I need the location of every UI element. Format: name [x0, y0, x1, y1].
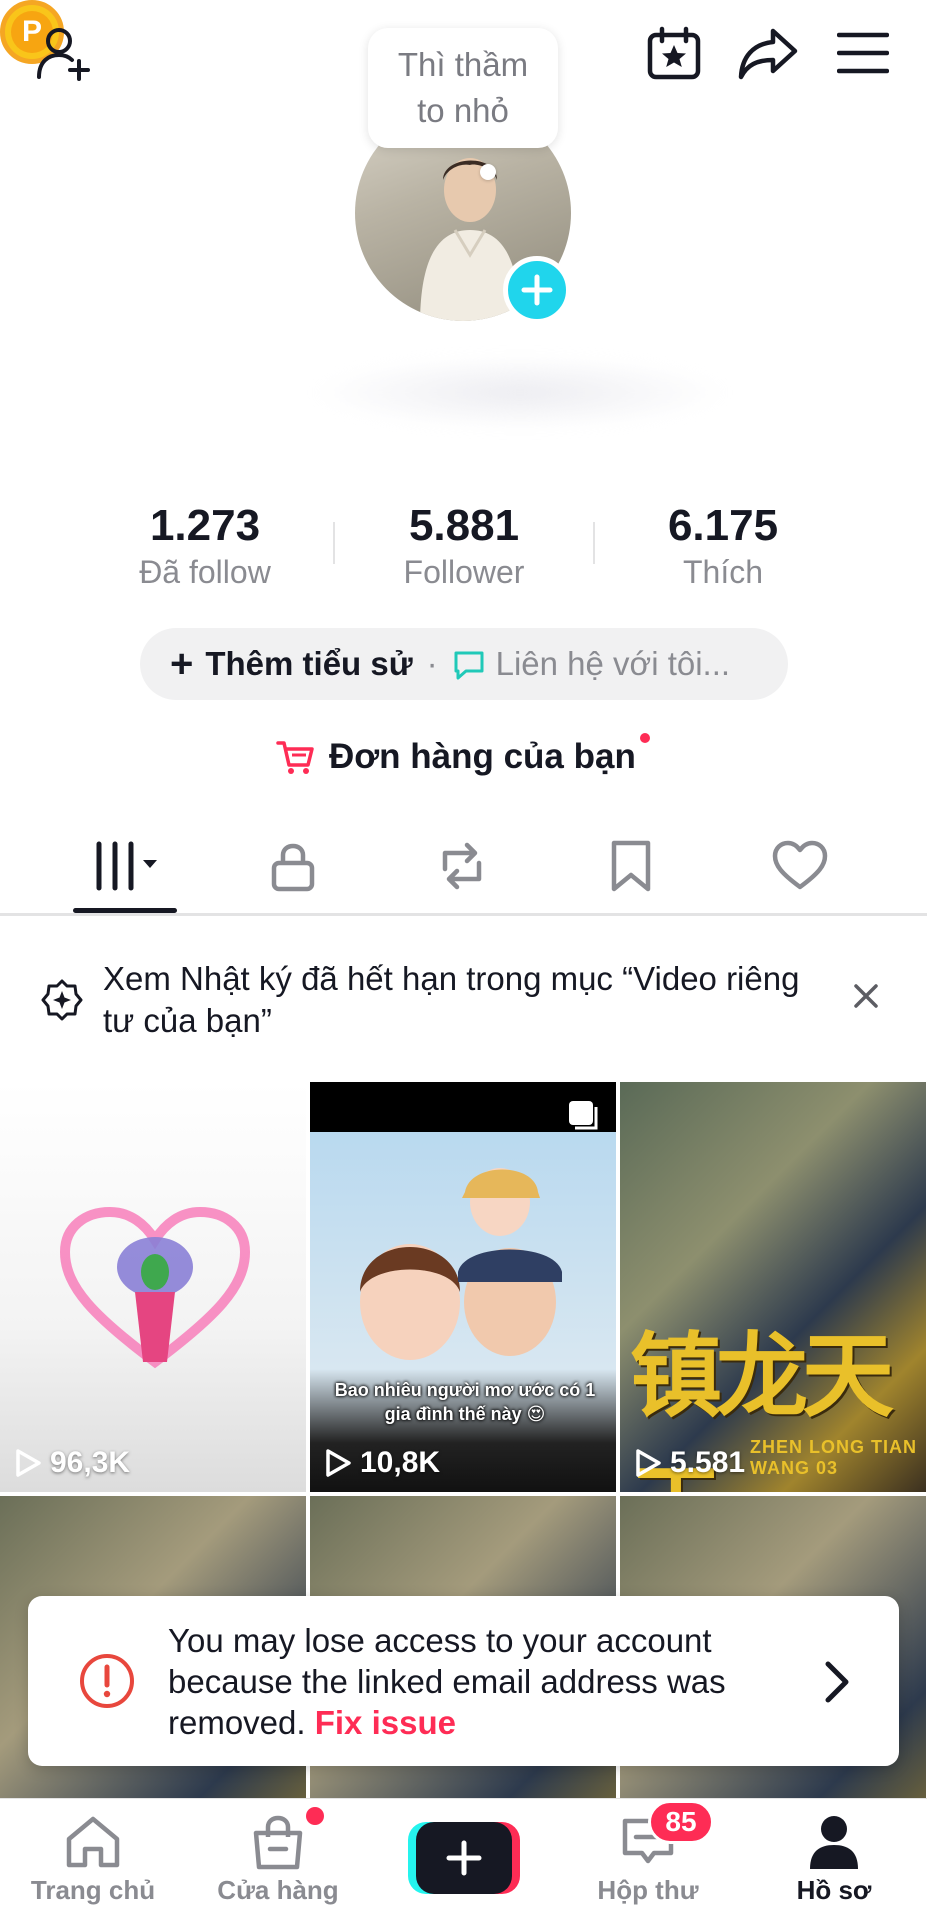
view-count: 10,8K — [324, 1446, 440, 1480]
bookmark-icon — [611, 840, 651, 892]
username-blurred — [310, 355, 730, 430]
view-count-label: 10,8K — [360, 1446, 441, 1479]
banner-text: Xem Nhật ký đã hết hạn trong mục “Video … — [103, 960, 800, 1039]
inbox-badge: 85 — [648, 1800, 714, 1844]
play-icon — [326, 1449, 351, 1477]
orders-label: Đơn hàng của bạn — [329, 737, 636, 776]
stat-following-label: Đã follow — [139, 554, 271, 590]
shopping-bag-icon — [253, 1815, 303, 1870]
tab-liked[interactable] — [760, 834, 840, 898]
stat-divider — [593, 522, 595, 564]
cart-icon — [276, 741, 314, 774]
profile-tabs — [0, 820, 927, 916]
video-caption: Bao nhiêu người mơ ước có 1 gia đình thế… — [334, 1380, 596, 1424]
nav-shop[interactable]: Cửa hàng — [193, 1813, 363, 1906]
close-icon[interactable] — [848, 978, 884, 1014]
nav-home[interactable]: Trang chủ — [8, 1813, 178, 1906]
stat-followers-label: Follower — [403, 554, 525, 590]
stat-following-count: 1.273 — [149, 501, 261, 550]
chevron-right-icon[interactable] — [814, 1658, 858, 1706]
grid-dropdown-icon — [96, 841, 157, 891]
calendar-star-icon[interactable] — [640, 20, 708, 88]
separator-dot: · — [426, 645, 438, 682]
email-warning-toast[interactable]: You may lose access to your account beca… — [28, 1596, 899, 1766]
chat-bubble-icon — [454, 651, 484, 680]
lock-icon — [271, 843, 315, 892]
add-avatar-button[interactable] — [503, 256, 571, 324]
stat-following[interactable]: 1.273 Đã follow — [105, 500, 305, 592]
orders-link[interactable]: Đơn hàng của bạn — [275, 732, 636, 782]
heart-bouquet-image — [59, 1206, 251, 1369]
tab-private[interactable] — [253, 834, 333, 898]
play-icon — [16, 1449, 41, 1477]
stats-row: 1.273 Đã follow 5.881 Follower 6.175 Thí… — [0, 500, 927, 590]
bio-actions[interactable]: + Thêm tiểu sử · Liên hệ với tôi... — [140, 628, 788, 700]
tab-videos[interactable] — [85, 834, 165, 898]
nav-profile[interactable]: Hồ sơ — [749, 1813, 919, 1906]
drama-subtitle: ZHEN LONG TIAN WANG 03 — [750, 1437, 917, 1478]
view-count: 5.581 — [634, 1446, 745, 1480]
plus-icon — [446, 1840, 482, 1876]
bubble-tail — [480, 164, 496, 180]
sparkle-badge-icon — [41, 979, 83, 1021]
repost-icon — [442, 842, 482, 890]
nav-shop-label: Cửa hàng — [217, 1875, 339, 1905]
add-friend-icon[interactable] — [30, 18, 100, 88]
plus-icon: + — [170, 642, 194, 686]
video-thumbnail[interactable]: 96,3K — [0, 1082, 306, 1492]
create-button[interactable] — [408, 1822, 520, 1894]
tab-reposts[interactable] — [422, 834, 502, 898]
stat-likes[interactable]: 6.175 Thích — [623, 500, 823, 592]
contact-button[interactable]: Liên hệ với tôi... — [496, 645, 730, 683]
add-bio-button[interactable]: Thêm tiểu sử — [205, 645, 412, 683]
stat-followers-count: 5.881 — [408, 501, 520, 550]
video-thumbnail[interactable]: 镇龙天王 ZHEN LONG TIAN WANG 03 5.581 — [620, 1082, 926, 1492]
tab-saved[interactable] — [591, 834, 671, 898]
heart-icon — [772, 840, 828, 890]
view-count-label: 5.581 — [670, 1446, 746, 1479]
stat-followers[interactable]: 5.881 Follower — [364, 500, 564, 592]
active-tab-indicator — [73, 908, 177, 913]
fix-issue-link[interactable]: Fix issue — [315, 1704, 456, 1741]
stat-likes-label: Thích — [682, 554, 764, 590]
alert-icon — [80, 1654, 134, 1708]
stat-divider — [333, 522, 335, 564]
family-illustration — [360, 1168, 562, 1360]
shop-notification-dot — [306, 1807, 324, 1825]
view-count-label: 96,3K — [50, 1446, 131, 1479]
home-icon — [66, 1816, 120, 1868]
status-bubble[interactable]: Thì thầm to nhỏ — [368, 28, 558, 148]
warning-message: You may lose access to your account beca… — [168, 1620, 808, 1743]
stat-likes-count: 6.175 — [667, 501, 779, 550]
nav-inbox-label: Hộp thư — [597, 1875, 699, 1905]
expired-stories-banner[interactable]: Xem Nhật ký đã hết hạn trong mục “Video … — [0, 940, 927, 1060]
view-count: 96,3K — [14, 1446, 130, 1480]
play-icon — [636, 1449, 661, 1477]
nav-home-label: Trang chủ — [30, 1875, 156, 1905]
profile-icon — [810, 1816, 858, 1869]
video-thumbnail[interactable]: Bao nhiêu người mơ ước có 1 gia đình thế… — [310, 1082, 616, 1492]
orders-notification-dot — [640, 733, 650, 743]
share-icon[interactable] — [733, 20, 803, 88]
menu-icon[interactable] — [830, 20, 896, 86]
create-button-core — [416, 1822, 512, 1894]
nav-profile-label: Hồ sơ — [796, 1875, 872, 1905]
photo-carousel-icon — [569, 1101, 598, 1130]
